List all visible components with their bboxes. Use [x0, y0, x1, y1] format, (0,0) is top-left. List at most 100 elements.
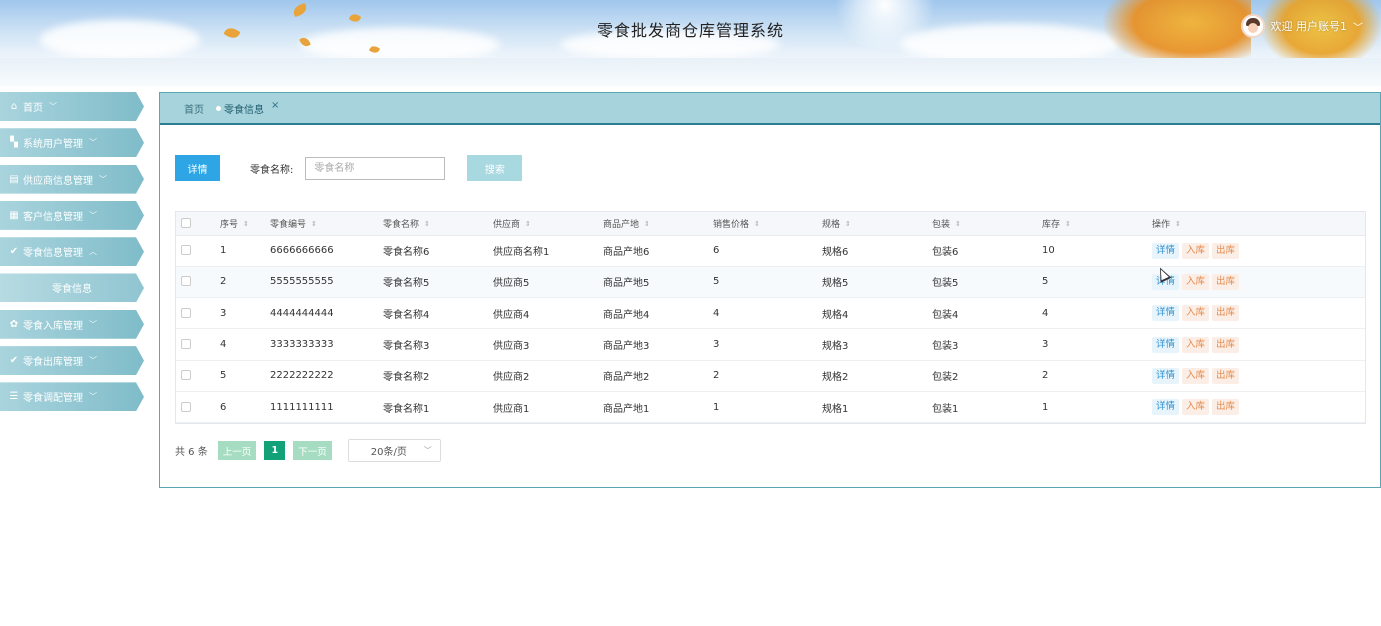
sort-icon[interactable]: ⇕	[754, 220, 760, 228]
snack-info-icon: ✔	[9, 246, 19, 258]
tab-home[interactable]: 首页	[184, 101, 204, 116]
sort-icon[interactable]: ⇕	[243, 220, 249, 228]
cell-index: 4	[220, 328, 270, 361]
table-row[interactable]: 2 5555555555 零食名称5 供应商5 商品产地5 5 规格5 包装5 …	[176, 266, 1365, 299]
chevron-down-icon[interactable]: ﹀	[1353, 19, 1363, 34]
sidebar-item-allocation[interactable]: ☰ 零食调配管理 ﹀	[0, 382, 144, 412]
row-stock-out-button[interactable]: 出库	[1212, 399, 1240, 416]
row-stock-in-button[interactable]: 入库	[1182, 399, 1210, 416]
row-checkbox[interactable]	[181, 307, 191, 318]
sort-icon[interactable]: ⇕	[525, 220, 531, 228]
row-stock-in-button[interactable]: 入库	[1182, 242, 1210, 259]
supplier-icon: ▤	[9, 173, 19, 185]
column-header-pack[interactable]: 包装 ⇕	[932, 212, 1042, 236]
table-row[interactable]: 6 1111111111 零食名称1 供应商1 商品产地1 1 规格1 包装1 …	[176, 391, 1365, 424]
row-stock-in-button[interactable]: 入库	[1182, 273, 1210, 290]
column-header-name[interactable]: 零食名称 ⇕	[383, 212, 493, 236]
cell-code: 5555555555	[270, 266, 383, 299]
cell-spec: 规格5	[822, 266, 932, 299]
row-detail-button[interactable]: 详情	[1152, 399, 1180, 416]
row-stock-in-button[interactable]: 入库	[1182, 336, 1210, 353]
next-page-button[interactable]: 下一页	[293, 441, 332, 460]
detail-button[interactable]: 详情	[175, 155, 220, 181]
sort-icon[interactable]: ⇕	[424, 220, 430, 228]
cell-stock: 4	[1042, 297, 1152, 330]
search-button[interactable]: 搜索	[467, 155, 523, 181]
row-stock-in-button[interactable]: 入库	[1182, 367, 1210, 384]
cell-origin: 商品产地3	[603, 328, 713, 361]
sort-icon[interactable]: ⇕	[845, 220, 851, 228]
cell-spec: 规格4	[822, 297, 932, 330]
column-header-origin[interactable]: 商品产地 ⇕	[603, 212, 713, 236]
sort-icon[interactable]: ⇕	[644, 220, 650, 228]
header-subbar	[0, 58, 1381, 86]
column-header-spec[interactable]: 规格 ⇕	[822, 212, 932, 236]
sidebar-item-home[interactable]: ⌂ 首页 ﹀	[0, 92, 144, 121]
cell-origin: 商品产地4	[603, 297, 713, 330]
cell-origin: 商品产地2	[603, 360, 713, 392]
row-checkbox[interactable]	[181, 276, 191, 287]
sort-icon[interactable]: ⇕	[1175, 220, 1181, 228]
sidebar-item-stock-in[interactable]: ✿ 零食入库管理 ﹀	[0, 309, 144, 339]
sidebar-item-suppliers[interactable]: ▤ 供应商信息管理 ﹀	[0, 164, 144, 194]
row-stock-out-button[interactable]: 出库	[1212, 273, 1240, 290]
app-title: 零食批发商仓库管理系统	[596, 21, 784, 40]
cell-actions: 详情 入库 出库	[1152, 235, 1365, 267]
sidebar-item-system-users[interactable]: ▚ 系统用户管理 ﹀	[0, 128, 144, 158]
close-icon[interactable]: ×	[271, 100, 279, 111]
prev-page-button[interactable]: 上一页	[217, 441, 257, 460]
page-number-button[interactable]: 1	[264, 441, 286, 460]
column-header-supplier[interactable]: 供应商 ⇕	[493, 212, 603, 236]
cell-pack: 包装3	[932, 328, 1042, 361]
column-header-index[interactable]: 序号 ⇕	[220, 212, 270, 236]
row-detail-button[interactable]: 详情	[1152, 305, 1180, 322]
pagination-total: 共 6 条	[175, 447, 208, 458]
table-row[interactable]: 3 4444444444 零食名称4 供应商4 商品产地4 4 规格4 包装4 …	[176, 297, 1365, 330]
sidebar-subitem-snack-info[interactable]: 零食信息	[0, 273, 144, 303]
column-header-price[interactable]: 销售价格 ⇕	[713, 212, 822, 236]
cell-supplier: 供应商名称1	[493, 235, 603, 267]
sidebar-item-customers[interactable]: ▦ 客户信息管理 ﹀	[0, 200, 144, 230]
row-checkbox[interactable]	[181, 245, 191, 256]
cell-name: 零食名称4	[383, 297, 493, 330]
header-banner: 零食批发商仓库管理系统 欢迎 用户账号1 ﹀	[0, 0, 1381, 58]
row-detail-button[interactable]: 详情	[1152, 336, 1180, 353]
row-stock-in-button[interactable]: 入库	[1182, 305, 1210, 322]
row-stock-out-button[interactable]: 出库	[1212, 242, 1240, 259]
column-header-actions[interactable]: 操作 ⇕	[1152, 212, 1365, 236]
chevron-down-icon: ﹀	[89, 356, 97, 366]
chevron-down-icon: ﹀	[89, 319, 97, 329]
user-menu[interactable]: 欢迎 用户账号1 ﹀	[1240, 12, 1363, 40]
sidebar-item-stock-out[interactable]: ✔ 零食出库管理 ﹀	[0, 346, 144, 376]
sort-icon[interactable]: ⇕	[311, 220, 317, 228]
row-detail-button[interactable]: 详情	[1152, 367, 1180, 384]
cell-name: 零食名称1	[383, 391, 493, 424]
tab-snack-info[interactable]: 零食信息 ×	[216, 100, 279, 116]
table-row[interactable]: 1 6666666666 零食名称6 供应商名称1 商品产地6 6 规格6 包装…	[176, 235, 1365, 267]
row-stock-out-button[interactable]: 出库	[1212, 367, 1240, 384]
row-stock-out-button[interactable]: 出库	[1212, 305, 1240, 322]
sidebar-item-snack-info-manage[interactable]: ✔ 零食信息管理 ︿	[0, 237, 144, 267]
column-header-code[interactable]: 零食编号 ⇕	[270, 212, 383, 236]
row-checkbox[interactable]	[181, 370, 191, 381]
sidebar-item-label: 首页	[23, 103, 43, 114]
search-input[interactable]	[305, 156, 446, 180]
user-greeting[interactable]: 欢迎 用户账号1	[1271, 18, 1348, 34]
table-row[interactable]: 5 2222222222 零食名称2 供应商2 商品产地2 2 规格2 包装2 …	[176, 360, 1365, 392]
column-header-stock[interactable]: 库存 ⇕	[1042, 212, 1152, 236]
cell-origin: 商品产地6	[603, 235, 713, 267]
cell-stock: 1	[1042, 391, 1152, 424]
row-stock-out-button[interactable]: 出库	[1212, 336, 1240, 353]
sort-icon[interactable]: ⇕	[1065, 220, 1071, 228]
sort-icon[interactable]: ⇕	[955, 220, 961, 228]
page-size-select[interactable]: 20条/页 ﹀	[347, 439, 441, 462]
avatar[interactable]	[1240, 14, 1265, 38]
select-all-checkbox[interactable]	[181, 218, 191, 228]
row-checkbox[interactable]	[181, 339, 191, 350]
stock-in-icon: ✿	[9, 318, 19, 330]
row-detail-button[interactable]: 详情	[1152, 242, 1180, 259]
table-header-row: 序号 ⇕ 零食编号 ⇕ 零食名称 ⇕ 供应商 ⇕ 商品产地 ⇕ 销售价格 ⇕ 规格 ⇕ 包装 ⇕…	[176, 212, 1365, 236]
allocation-icon: ☰	[9, 391, 19, 403]
table-row[interactable]: 4 3333333333 零食名称3 供应商3 商品产地3 3 规格3 包装3 …	[176, 328, 1365, 361]
row-checkbox[interactable]	[181, 401, 191, 412]
